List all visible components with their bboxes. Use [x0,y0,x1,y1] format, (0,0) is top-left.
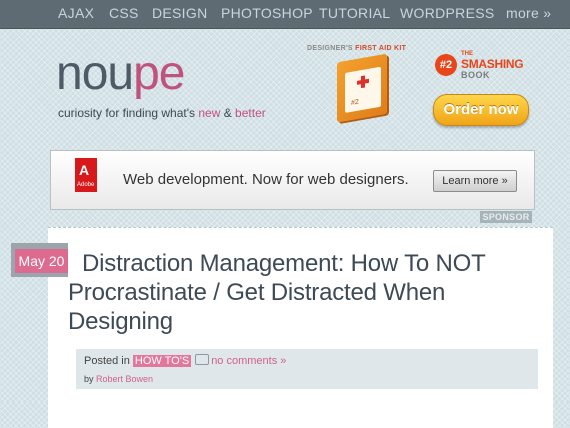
tagline-text: curiosity for finding what's [58,106,199,120]
post-meta-row: Posted in HOW TO'S no comments » [84,354,286,367]
posted-in-label: Posted in [84,355,133,367]
logo-word-b: pe [133,47,185,100]
adobe-banner-ad[interactable]: A Adobe Web development. Now for web des… [50,150,535,210]
post-date: May 20 [15,249,68,273]
ad-kit-label: DESIGNER'S FIRST AID KIT [307,45,406,52]
adobe-logo-letter: A [79,162,90,178]
first-aid-cross-icon-vertical [361,75,365,89]
post-date-tab: May 20 [11,243,68,277]
post-title[interactable]: Distraction Management: How To NOT Procr… [68,249,538,336]
adobe-logo-text: Adobe [77,182,95,188]
edition-badge: #2 [435,54,457,76]
nav-wordpress[interactable]: WORDPRESS [400,5,495,21]
sponsor-label: SPONSOR [480,211,532,223]
smashing-subtitle: BOOK [461,70,490,80]
kit-label-b: FIRST AID KIT [355,45,407,52]
book-number: #2 [351,98,359,107]
post-author-row: by Robert Bowen [84,374,153,384]
logo-word-a: nou [56,47,134,100]
top-navigation: AJAX CSS DESIGN PHOTOSHOP TUTORIAL WORDP… [0,0,570,28]
logo-wordmark: noupe [56,46,185,101]
tagline-new: new [198,106,221,120]
adobe-logo-icon: A Adobe [75,158,97,192]
kit-label-a: DESIGNER'S [307,45,356,52]
category-link[interactable]: HOW TO'S [132,355,192,367]
book-icon: #2 [337,53,387,123]
by-label: by [84,374,97,384]
nav-more[interactable]: more » [506,5,551,21]
nav-ajax[interactable]: AJAX [58,5,94,21]
comment-icon [195,354,210,365]
post-meta: Posted in HOW TO'S no comments » by Rober… [76,349,538,389]
learn-more-button[interactable]: Learn more » [433,170,517,192]
site-logo[interactable]: noupe curiosity for finding what's new &… [56,47,266,122]
order-now-button[interactable]: Order now [433,94,529,126]
author-link[interactable]: Robert Bowen [96,374,153,384]
nav-design[interactable]: DESIGN [152,5,207,21]
nav-photoshop[interactable]: PHOTOSHOP [221,5,313,21]
banner-headline: Web development. Now for web designers. [123,171,409,188]
comments-link[interactable]: no comments » [211,355,286,367]
smashing-book-ad[interactable]: DESIGNER'S FIRST AID KIT #2 #2 THE SMASH… [305,45,535,150]
nav-tutorial[interactable]: TUTORIAL [319,5,390,21]
nav-css[interactable]: CSS [109,5,139,21]
site-tagline: curiosity for finding what's new & bette… [58,106,266,120]
smashing-title: SMASHING [461,57,524,71]
tagline-better: better [235,106,266,120]
tagline-amp: & [220,106,236,120]
